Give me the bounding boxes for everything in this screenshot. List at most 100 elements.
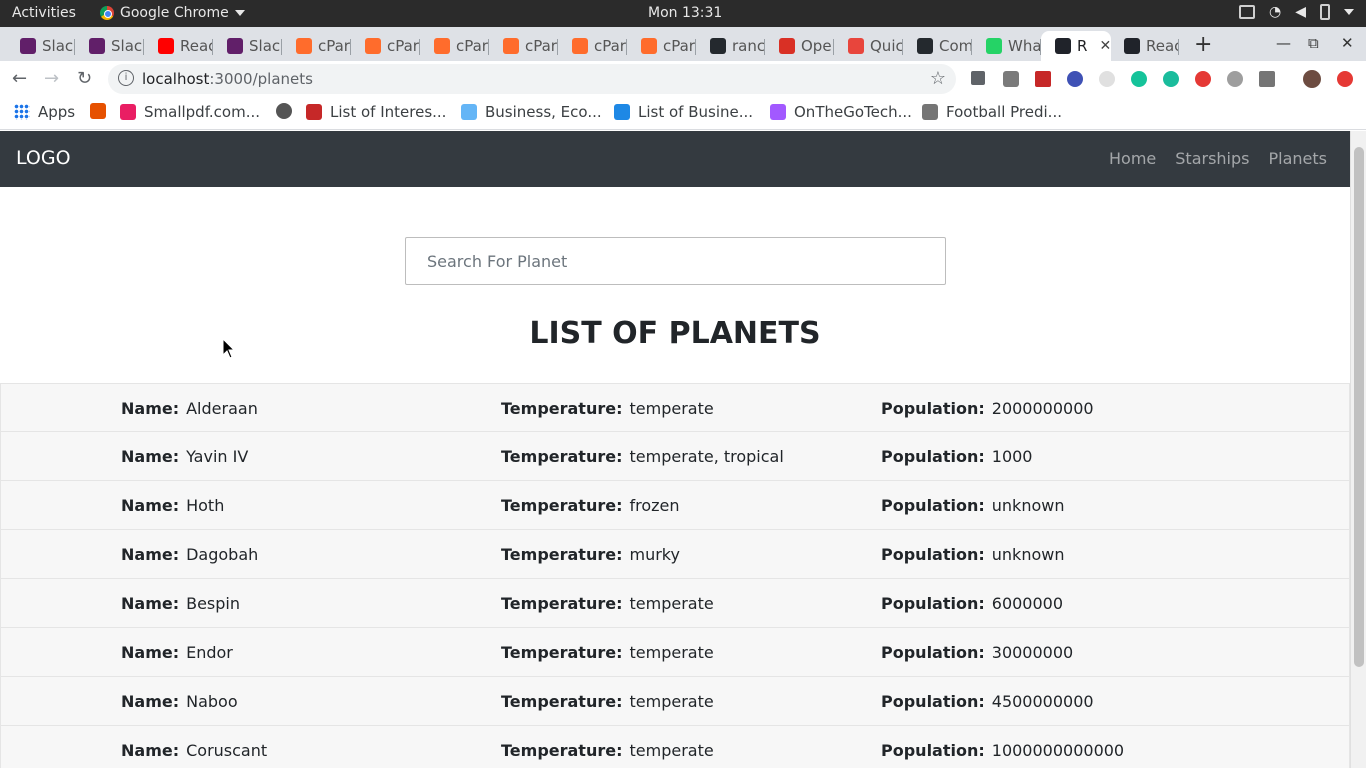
tab-favicon-icon [227,38,243,54]
planet-population-value: unknown [991,496,1065,515]
tab-favicon-icon [572,38,588,54]
planet-name-label: Name: [121,643,180,662]
tab-title: Reac [1146,37,1179,55]
bookmark-item[interactable] [276,103,292,119]
site-info-icon[interactable]: i [118,70,134,86]
system-tray[interactable]: ◔ ◀ [1239,4,1354,20]
planet-row: Name: Hoth Temperature: frozen Population: un… [0,481,1350,530]
address-bar[interactable]: i localhost:3000/planets ☆ [108,64,956,94]
extension-icon[interactable] [1099,71,1115,87]
browser-tab[interactable]: Reac [1110,31,1179,61]
planet-name-label: Name: [121,692,180,711]
chevron-down-icon [234,10,245,16]
planet-temperature-value: temperate, tropical [629,447,784,466]
planet-temperature-cell: Temperature: temperate [501,692,714,711]
app-menu[interactable]: Google Chrome [100,5,245,21]
page-scrollbar[interactable] [1350,131,1366,768]
bookmark-star-icon[interactable]: ☆ [930,68,946,89]
bookmark-item[interactable]: OnTheGoTech... [770,103,912,121]
planet-population-cell: Population: 4500000000 [881,692,1094,711]
extension-icon[interactable] [1035,71,1051,87]
browser-tab[interactable]: Quic [834,31,903,61]
bookmark-item[interactable]: List of Busine... [614,103,753,121]
minimize-icon[interactable]: — [1276,34,1291,52]
planet-population-value: 6000000 [991,594,1064,613]
browser-tab[interactable]: ranc [696,31,765,61]
restore-icon[interactable]: ⧉ [1308,34,1319,52]
bookmark-item[interactable]: Smallpdf.com... [120,103,260,121]
browser-tab[interactable]: Wha [972,31,1041,61]
eyedropper-icon[interactable] [971,71,985,85]
back-icon[interactable]: ← [12,68,27,89]
tab-favicon-icon [365,38,381,54]
planet-name-value: Hoth [186,496,225,515]
browser-tab[interactable]: cPar [627,31,696,61]
nav-link-home[interactable]: Home [1109,149,1156,168]
extension-icon[interactable] [1259,71,1275,87]
planet-population-label: Population: [881,643,985,662]
app-name: Google Chrome [120,5,229,21]
bookmark-label: Smallpdf.com... [144,103,261,121]
nav-link-starships[interactable]: Starships [1175,149,1249,168]
browser-tab[interactable]: Slac [213,31,282,61]
planet-population-label: Population: [881,496,985,515]
browser-tab[interactable]: Reac [144,31,213,61]
scrollbar-thumb[interactable] [1354,147,1364,667]
nav-link-planets[interactable]: Planets [1269,149,1328,168]
camera-icon [1239,5,1255,19]
bookmark-item[interactable]: Apps [14,103,75,121]
reload-icon[interactable]: ↻ [77,68,92,89]
planet-name-value: Coruscant [186,741,268,760]
planet-temperature-cell: Temperature: temperate [501,741,714,760]
bookmark-label: OnTheGoTech... [794,103,912,121]
forward-icon[interactable]: → [44,68,59,89]
browser-tab[interactable]: cPar [351,31,420,61]
extension-icon[interactable] [1195,71,1211,87]
extension-icon[interactable] [1163,71,1179,87]
planet-name-cell: Name: Dagobah [121,545,258,564]
extension-icon[interactable] [1067,71,1083,87]
bookmark-item[interactable]: Business, Eco... [461,103,602,121]
grammarly-icon[interactable] [1131,71,1147,87]
chevron-down-icon [1344,9,1354,15]
planet-temperature-value: temperate [629,594,714,613]
new-tab-button[interactable]: + [1194,32,1212,57]
close-window-icon[interactable]: ✕ [1341,34,1354,52]
camera-icon[interactable] [1003,71,1019,87]
browser-tab[interactable]: Slac [6,31,75,61]
planet-name-label: Name: [121,741,180,760]
planet-temperature-cell: Temperature: temperate [501,643,714,662]
activities-button[interactable]: Activities [12,5,76,21]
bookmark-item[interactable]: Football Predi... [922,103,1062,121]
tab-title: cPar [456,37,488,55]
browser-tab[interactable]: cPar [489,31,558,61]
browser-tab[interactable]: Slac [75,31,144,61]
browser-tab[interactable]: cPar [420,31,489,61]
tab-title: cPar [663,37,695,55]
planet-temperature-label: Temperature: [501,399,623,418]
bookmark-label: List of Interes... [330,103,447,121]
browser-toolbar: ← → ↻ i localhost:3000/planets ☆ [0,61,1366,97]
bookmark-item[interactable]: List of Interes... [306,103,446,121]
browser-tab[interactable]: Com [903,31,972,61]
browser-tab[interactable]: Ope [765,31,834,61]
avatar[interactable] [1303,70,1321,88]
browser-tab[interactable]: R ✕ [1041,31,1111,61]
planet-row: Name: Yavin IV Temperature: temperate, trop… [0,432,1350,481]
apps-grid-icon [14,104,30,120]
extension-icon[interactable] [1227,71,1243,87]
planet-search-input[interactable] [405,237,946,285]
browser-tab[interactable]: cPar [558,31,627,61]
url-text[interactable]: localhost:3000/planets [142,70,313,88]
planet-temperature-cell: Temperature: temperate, tropical [501,447,784,466]
tab-title: cPar [387,37,419,55]
browser-tab[interactable]: cPar [282,31,351,61]
planet-population-label: Population: [881,399,985,418]
update-icon[interactable] [1337,71,1353,87]
app-logo[interactable]: LOGO [16,147,71,169]
clock[interactable]: Mon 13:31 [648,5,722,21]
bookmark-item[interactable] [90,103,106,119]
planet-population-label: Population: [881,545,985,564]
planet-name-value: Endor [186,643,233,662]
tab-favicon-icon [848,38,864,54]
